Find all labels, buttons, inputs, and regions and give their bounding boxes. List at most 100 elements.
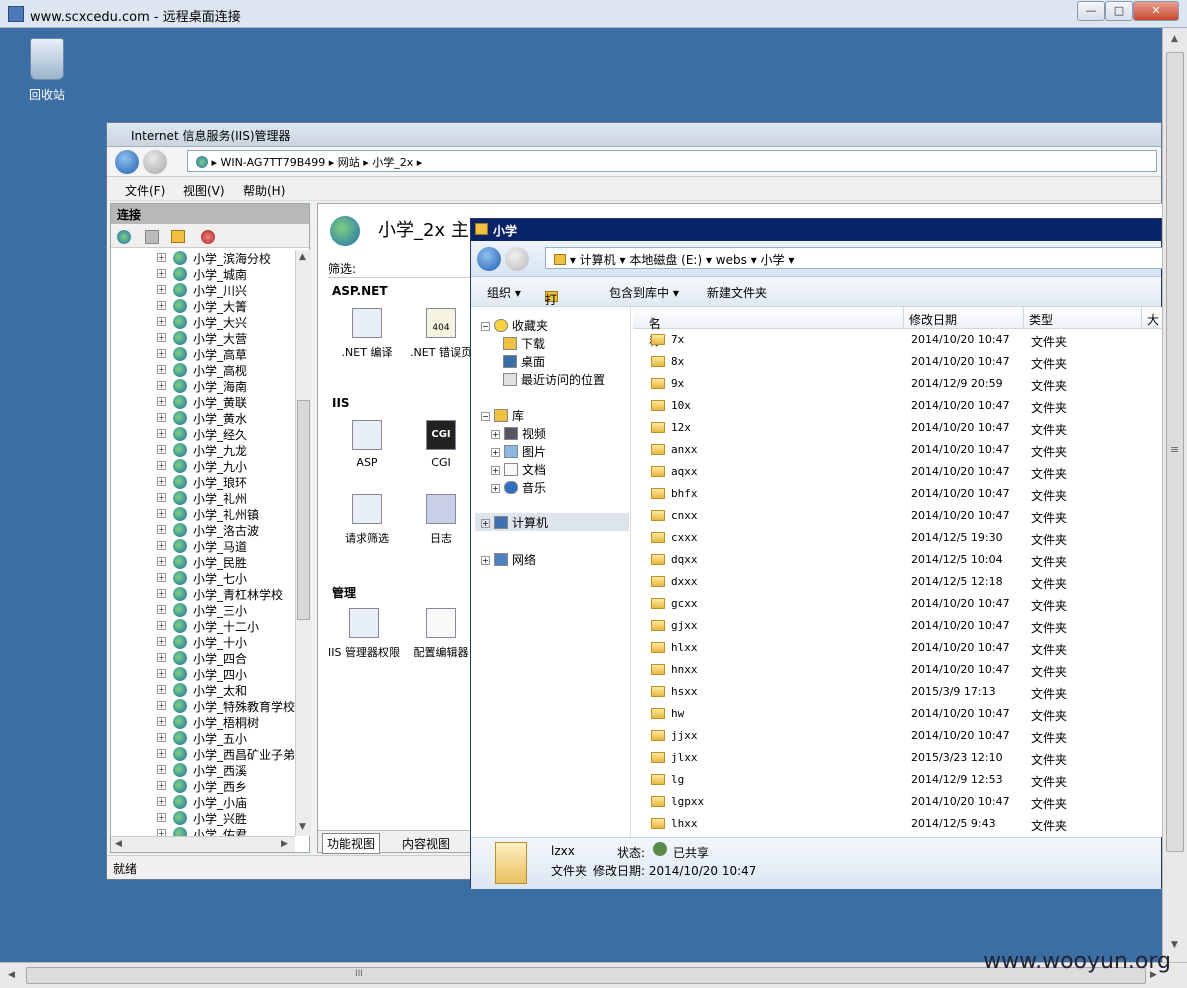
maximize-button[interactable]: □ — [1105, 1, 1133, 21]
expand-icon[interactable]: + — [157, 717, 166, 726]
menu-help[interactable]: 帮助(H) — [243, 182, 285, 199]
nav-pictures[interactable]: + 图片 — [491, 443, 546, 460]
minimize-button[interactable]: — — [1077, 1, 1105, 21]
column-divider[interactable] — [903, 307, 904, 329]
tree-horizontal-scrollbar[interactable]: ◀ ▶ — [111, 836, 295, 852]
feature-iis-manager-permissions[interactable]: IIS 管理器权限 — [324, 608, 404, 660]
expand-icon[interactable]: + — [157, 445, 166, 454]
expand-icon[interactable]: + — [157, 317, 166, 326]
file-row[interactable]: aqxx 2014/10/20 10:47 文件夹 — [633, 461, 1163, 483]
file-row[interactable]: lgpxx 2014/10/20 10:47 文件夹 — [633, 791, 1163, 813]
tree-site-node[interactable]: + 小学_西昌矿业子弟 — [111, 746, 295, 762]
tree-site-node[interactable]: + 小学_礼州镇 — [111, 506, 295, 522]
nav-documents[interactable]: + 文档 — [491, 461, 546, 478]
file-row[interactable]: lg 2014/12/9 12:53 文件夹 — [633, 769, 1163, 791]
feature-config-editor[interactable]: 配置编辑器 — [406, 608, 476, 660]
file-row[interactable]: jjxx 2014/10/20 10:47 文件夹 — [633, 725, 1163, 747]
breadcrumb-server[interactable]: WIN-AG7TT79B499 — [221, 156, 326, 169]
close-button[interactable]: ✕ — [1133, 1, 1179, 21]
include-in-library-button[interactable]: 包含到库中 ▾ — [609, 284, 679, 301]
expand-icon[interactable]: + — [157, 557, 166, 566]
file-row[interactable]: 12x 2014/10/20 10:47 文件夹 — [633, 417, 1163, 439]
tab-features-view[interactable]: 功能视图 — [322, 833, 381, 854]
tree-site-node[interactable]: + 小学_四小 — [111, 666, 295, 682]
nav-libraries[interactable]: − 库 — [481, 407, 524, 424]
tree-site-node[interactable]: + 小学_三小 — [111, 602, 295, 618]
tree-site-node[interactable]: + 小学_小庙 — [111, 794, 295, 810]
menu-file[interactable]: 文件(F) — [125, 182, 165, 199]
tree-vertical-scrollbar[interactable]: ▲ ▼ — [295, 250, 311, 836]
tree-site-node[interactable]: + 小学_琅环 — [111, 474, 295, 490]
nav-network[interactable]: + 网络 — [481, 551, 536, 568]
vertical-scroll-thumb[interactable]: ≡ — [1166, 52, 1184, 852]
tree-site-node[interactable]: + 小学_佑君 — [111, 826, 295, 836]
expand-icon[interactable]: + — [157, 285, 166, 294]
expand-icon[interactable]: + — [157, 269, 166, 278]
tree-site-node[interactable]: + 小学_西乡 — [111, 778, 295, 794]
nav-recent-places[interactable]: 最近访问的位置 — [503, 371, 605, 388]
tree-site-node[interactable]: + 小学_十小 — [111, 634, 295, 650]
tree-site-node[interactable]: + 小学_黄联 — [111, 394, 295, 410]
expand-icon[interactable]: + — [157, 493, 166, 502]
back-arrow-icon[interactable] — [477, 247, 501, 271]
tree-site-node[interactable]: + 小学_大兴 — [111, 314, 295, 330]
forward-arrow-icon[interactable] — [143, 150, 167, 174]
breadcrumb-sites[interactable]: 网站 — [338, 156, 360, 169]
horizontal-scroll-thumb[interactable]: III — [26, 967, 1146, 984]
file-row[interactable]: 9x 2014/12/9 20:59 文件夹 — [633, 373, 1163, 395]
expand-icon[interactable]: + — [157, 765, 166, 774]
scroll-left-icon[interactable]: ◀ — [8, 970, 15, 980]
tab-content-view[interactable]: 内容视图 — [398, 834, 454, 853]
nav-desktop[interactable]: 桌面 — [503, 353, 545, 370]
file-row[interactable]: jlxx 2015/3/23 12:10 文件夹 — [633, 747, 1163, 769]
breadcrumb-site[interactable]: 小学_2x — [372, 156, 413, 169]
feature-net-compile[interactable]: .NET 编译 — [332, 308, 402, 360]
expand-icon[interactable]: + — [157, 429, 166, 438]
expand-icon[interactable]: + — [157, 397, 166, 406]
file-row[interactable]: hw 2014/10/20 10:47 文件夹 — [633, 703, 1163, 725]
column-size[interactable]: 大 — [1147, 311, 1159, 328]
file-row[interactable]: hlxx 2014/10/20 10:47 文件夹 — [633, 637, 1163, 659]
tree-site-node[interactable]: + 小学_高草 — [111, 346, 295, 362]
column-type[interactable]: 类型 — [1029, 311, 1053, 328]
tree-site-node[interactable]: + 小学_经久 — [111, 426, 295, 442]
expand-icon[interactable]: + — [157, 669, 166, 678]
expand-icon[interactable]: + — [157, 349, 166, 358]
file-row[interactable]: 8x 2014/10/20 10:47 文件夹 — [633, 351, 1163, 373]
file-row[interactable]: gcxx 2014/10/20 10:47 文件夹 — [633, 593, 1163, 615]
recycle-bin-shortcut[interactable]: 回收站 — [22, 38, 72, 103]
file-row[interactable]: hsxx 2015/3/9 17:13 文件夹 — [633, 681, 1163, 703]
crumb-webs[interactable]: webs — [716, 253, 747, 267]
expand-icon[interactable]: + — [157, 605, 166, 614]
back-arrow-icon[interactable] — [115, 150, 139, 174]
tree-site-node[interactable]: + 小学_大箐 — [111, 298, 295, 314]
crumb-drive[interactable]: 本地磁盘 (E:) — [629, 253, 702, 267]
explorer-breadcrumb[interactable]: ▾ 计算机 ▾ 本地磁盘 (E:) ▾ webs ▾ 小学 ▾ — [545, 247, 1165, 269]
column-divider[interactable] — [1023, 307, 1024, 329]
scroll-up-icon[interactable]: ▲ — [299, 252, 306, 262]
expand-icon[interactable]: + — [157, 525, 166, 534]
expand-icon[interactable]: + — [157, 333, 166, 342]
disconnect-icon[interactable] — [201, 230, 215, 244]
feature-request-filtering[interactable]: 请求筛选 — [332, 494, 402, 546]
tree-site-node[interactable]: + 小学_城南 — [111, 266, 295, 282]
expand-icon[interactable]: + — [157, 589, 166, 598]
file-row[interactable]: bhfx 2014/10/20 10:47 文件夹 — [633, 483, 1163, 505]
tree-site-node[interactable]: + 小学_四合 — [111, 650, 295, 666]
expand-icon[interactable]: + — [157, 733, 166, 742]
tree-site-node[interactable]: + 小学_九龙 — [111, 442, 295, 458]
tree-site-node[interactable]: + 小学_川兴 — [111, 282, 295, 298]
scroll-left-icon[interactable]: ◀ — [115, 839, 122, 849]
tree-site-node[interactable]: + 小学_十二小 — [111, 618, 295, 634]
tree-site-node[interactable]: + 小学_礼州 — [111, 490, 295, 506]
file-row[interactable]: anxx 2014/10/20 10:47 文件夹 — [633, 439, 1163, 461]
file-row[interactable]: dxxx 2014/12/5 12:18 文件夹 — [633, 571, 1163, 593]
expand-icon[interactable]: + — [157, 621, 166, 630]
tree-site-node[interactable]: + 小学_五小 — [111, 730, 295, 746]
feature-asp[interactable]: ASP — [332, 420, 402, 469]
crumb-school[interactable]: 小学 — [761, 253, 785, 267]
expand-icon[interactable]: + — [157, 653, 166, 662]
expand-icon[interactable]: + — [157, 541, 166, 550]
tree-site-node[interactable]: + 小学_大营 — [111, 330, 295, 346]
organize-button[interactable]: 组织 ▾ — [487, 284, 521, 301]
